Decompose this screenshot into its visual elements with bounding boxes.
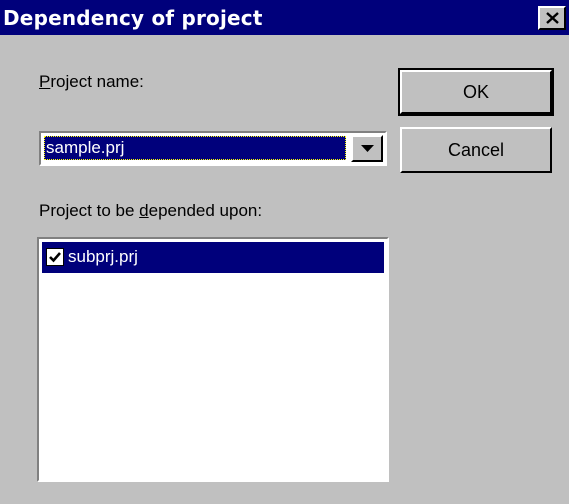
title-bar[interactable]: Dependency of project [0,0,569,35]
depended-upon-label: Project to be depended upon: [39,201,262,221]
depended-upon-label-after: epended upon: [148,201,263,220]
window-title: Dependency of project [3,6,263,30]
ok-button[interactable]: OK [398,68,554,116]
cancel-button[interactable]: Cancel [400,127,552,173]
depended-upon-mnemonic: d [139,201,149,220]
project-name-label: Project name: [39,72,144,92]
project-name-label-rest: roject name: [50,72,144,91]
close-icon [546,12,559,24]
dependency-dialog: Dependency of project Project name: samp… [0,0,569,504]
depended-upon-listbox[interactable]: subprj.prj [37,237,389,482]
subprj-checkbox[interactable] [46,248,64,266]
project-name-selected-value[interactable]: sample.prj [44,136,346,160]
project-name-mnemonic: P [39,72,51,91]
depended-upon-label-before: Project to be [39,201,140,220]
project-name-combobox[interactable]: sample.prj [39,131,387,166]
checkmark-icon [49,252,61,263]
chevron-down-icon [361,145,374,152]
list-item-label: subprj.prj [68,247,138,266]
list-item[interactable]: subprj.prj [42,242,384,273]
dropdown-button[interactable] [351,135,383,162]
close-button[interactable] [538,6,566,30]
